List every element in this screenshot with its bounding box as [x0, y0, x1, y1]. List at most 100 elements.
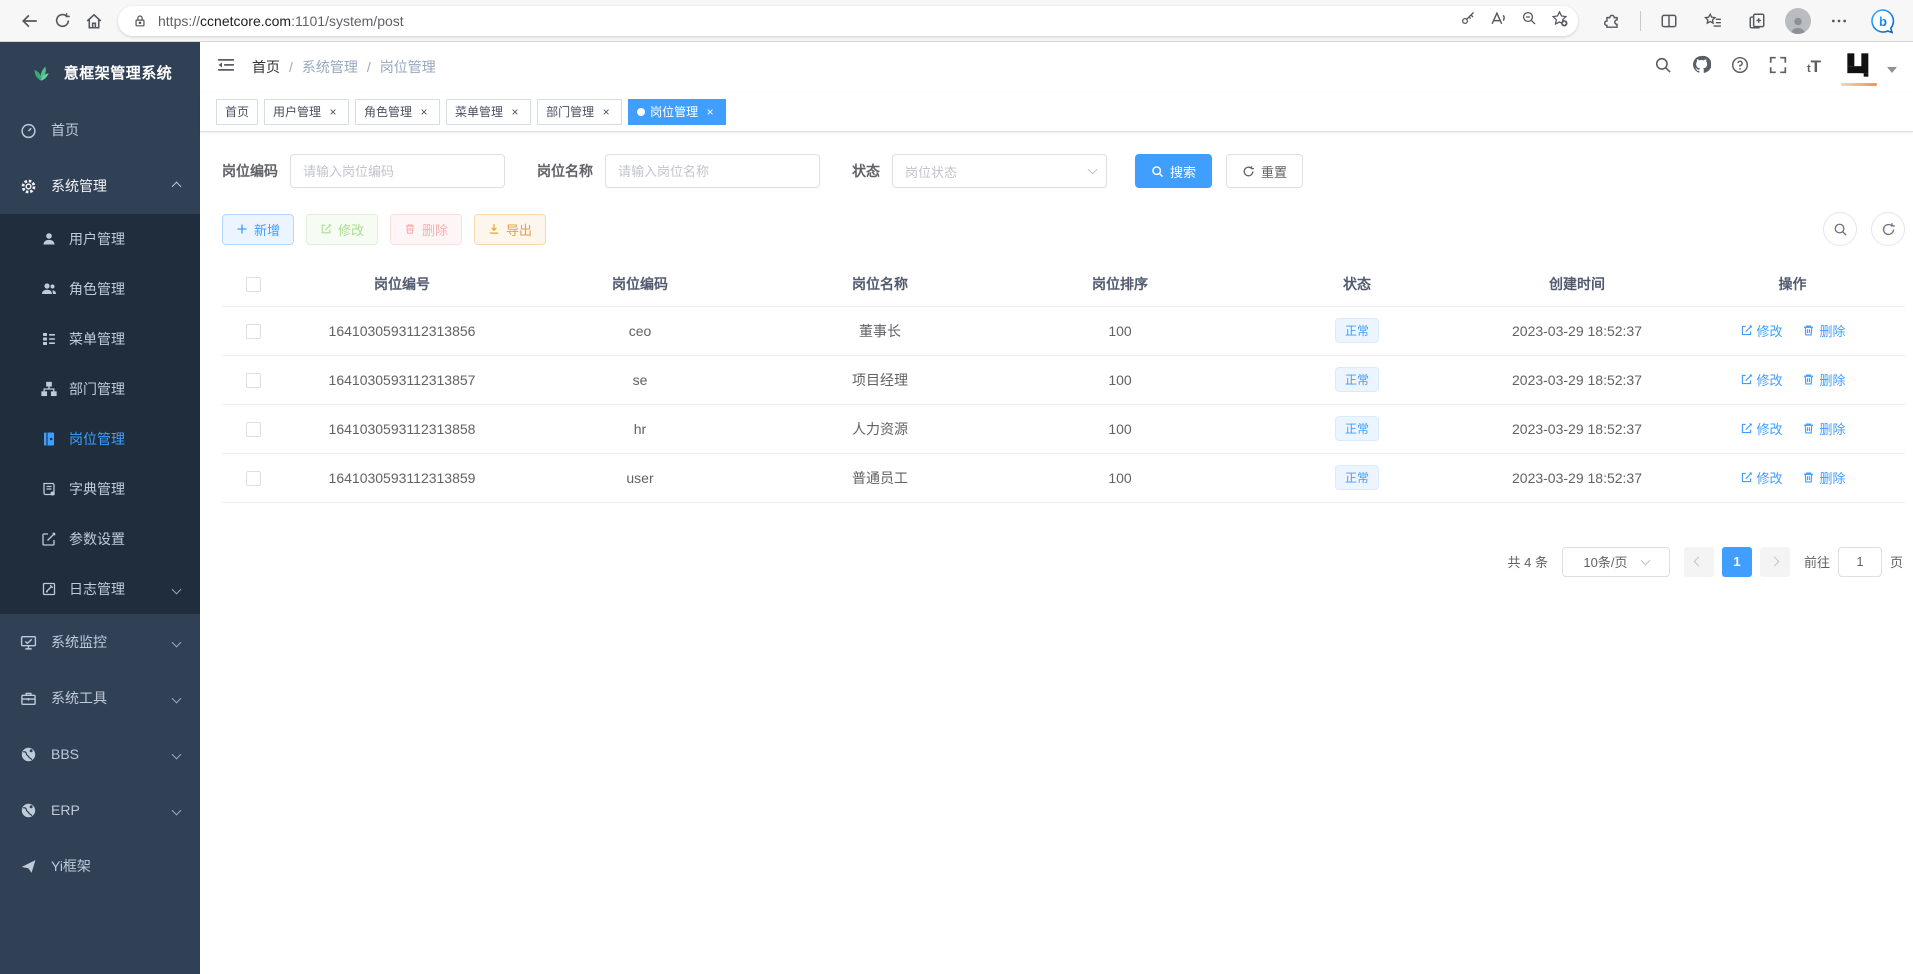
prev-page-button[interactable]: [1684, 547, 1714, 577]
row-checkbox[interactable]: [246, 422, 261, 437]
browser-menu-icon[interactable]: [1823, 5, 1855, 37]
sidebar-item-system-mgmt[interactable]: 系统管理: [0, 158, 200, 214]
search-button[interactable]: 搜索: [1135, 154, 1212, 188]
sidebar-item-log-mgmt[interactable]: 日志管理: [0, 564, 200, 614]
tab-close-icon[interactable]: [703, 105, 717, 119]
sidebar-item-yi-framework[interactable]: Yi框架: [0, 838, 200, 894]
browser-profile-avatar[interactable]: [1785, 8, 1811, 34]
home-icon[interactable]: [78, 5, 110, 37]
app-logo[interactable]: 意框架管理系统: [0, 42, 200, 102]
refresh-table-button[interactable]: [1871, 212, 1905, 246]
sidebar-item-home[interactable]: 首页: [0, 102, 200, 158]
show-search-icon-button[interactable]: [1823, 212, 1857, 246]
chevron-down-icon: [1088, 165, 1098, 175]
log-icon: [40, 581, 57, 598]
col-status: 状态: [1240, 262, 1474, 306]
row-delete-button[interactable]: 删除: [1802, 321, 1845, 340]
row-checkbox[interactable]: [246, 373, 261, 388]
tab-post-mgmt[interactable]: 岗位管理: [628, 99, 726, 125]
goto-page-input[interactable]: [1838, 547, 1882, 577]
row-delete-button[interactable]: 删除: [1802, 468, 1845, 487]
reset-button[interactable]: 重置: [1226, 154, 1303, 188]
split-screen-icon[interactable]: [1653, 5, 1685, 37]
row-edit-button[interactable]: 修改: [1740, 370, 1783, 389]
export-button[interactable]: 导出: [474, 214, 546, 245]
logo-leaf-icon: [28, 59, 54, 85]
breadcrumb-system: 系统管理: [302, 57, 358, 77]
row-delete-button[interactable]: 删除: [1802, 419, 1845, 438]
tab-dept-mgmt[interactable]: 部门管理: [537, 99, 622, 125]
page-unit-label: 页: [1890, 552, 1903, 571]
tab-home[interactable]: 首页: [216, 99, 258, 125]
current-page[interactable]: 1: [1722, 547, 1752, 577]
address-bar[interactable]: https://ccnetcore.com:1101/system/post: [118, 6, 1578, 36]
sidebar-item-dept-mgmt[interactable]: 部门管理: [0, 364, 200, 414]
col-post-name: 岗位名称: [760, 262, 1000, 306]
bing-chat-icon[interactable]: b: [1867, 5, 1899, 37]
add-button[interactable]: 新增: [222, 214, 294, 245]
favorite-add-icon[interactable]: [1551, 10, 1568, 32]
extensions-icon[interactable]: [1596, 5, 1628, 37]
sidebar-item-role-mgmt[interactable]: 角色管理: [0, 264, 200, 314]
sidebar-item-system-monitor[interactable]: 系统监控: [0, 614, 200, 670]
password-key-icon[interactable]: [1460, 10, 1476, 31]
sidebar-item-dict-mgmt[interactable]: 字典管理: [0, 464, 200, 514]
sidebar-item-menu-mgmt[interactable]: 菜单管理: [0, 314, 200, 364]
sidebar-collapse-icon[interactable]: [216, 55, 236, 80]
globe-icon: [20, 802, 37, 819]
lock-icon[interactable]: [130, 5, 150, 37]
status-select[interactable]: 岗位状态: [892, 154, 1107, 188]
page-content: 岗位编码 岗位名称 状态 岗位状态 搜索: [200, 132, 1913, 974]
tab-close-icon[interactable]: [599, 105, 613, 119]
zoom-out-icon[interactable]: [1521, 10, 1537, 31]
github-icon[interactable]: [1692, 55, 1711, 79]
read-aloud-icon[interactable]: [1490, 10, 1507, 32]
avatar-image[interactable]: [1841, 48, 1877, 82]
help-icon[interactable]: [1731, 56, 1749, 79]
collections-icon[interactable]: [1741, 5, 1773, 37]
row-delete-button[interactable]: 删除: [1802, 370, 1845, 389]
status-badge: 正常: [1335, 416, 1379, 441]
post-name-input[interactable]: [605, 154, 820, 188]
tab-close-icon[interactable]: [326, 105, 340, 119]
tab-role-mgmt[interactable]: 角色管理: [355, 99, 440, 125]
sidebar-item-system-tools[interactable]: 系统工具: [0, 670, 200, 726]
tab-close-icon[interactable]: [417, 105, 431, 119]
select-all-checkbox[interactable]: [246, 277, 261, 292]
post-badge-icon: [40, 431, 57, 448]
col-post-sort: 岗位排序: [1000, 262, 1240, 306]
header-search-icon[interactable]: [1654, 56, 1672, 79]
user-avatar-menu[interactable]: [1841, 48, 1897, 86]
favorites-hub-icon[interactable]: [1697, 5, 1729, 37]
row-edit-button[interactable]: 修改: [1740, 321, 1783, 340]
chevron-down-icon: [172, 749, 182, 759]
next-page-button[interactable]: [1760, 547, 1790, 577]
refresh-icon[interactable]: [46, 5, 78, 37]
row-checkbox[interactable]: [246, 471, 261, 486]
tab-user-mgmt[interactable]: 用户管理: [264, 99, 349, 125]
sidebar-item-param-settings[interactable]: 参数设置: [0, 514, 200, 564]
breadcrumb-home[interactable]: 首页: [252, 57, 280, 77]
post-code-input[interactable]: [290, 154, 505, 188]
row-edit-button[interactable]: 修改: [1740, 419, 1783, 438]
sidebar-item-erp[interactable]: ERP: [0, 782, 200, 838]
top-navbar: 首页 / 系统管理 / 岗位管理 tT: [200, 42, 1913, 92]
tab-close-icon[interactable]: [508, 105, 522, 119]
row-edit-button[interactable]: 修改: [1740, 468, 1783, 487]
sidebar-item-user-mgmt[interactable]: 用户管理: [0, 214, 200, 264]
col-post-id: 岗位编号: [284, 262, 520, 306]
sidebar-item-bbs[interactable]: BBS: [0, 726, 200, 782]
caret-down-icon[interactable]: [1887, 67, 1897, 73]
status-badge: 正常: [1335, 465, 1379, 490]
page-size-select[interactable]: 10条/页: [1562, 547, 1670, 577]
back-icon[interactable]: [14, 5, 46, 37]
modify-button[interactable]: 修改: [306, 214, 378, 245]
fullscreen-icon[interactable]: [1769, 56, 1787, 79]
dashboard-icon: [20, 122, 37, 139]
url-text[interactable]: https://ccnetcore.com:1101/system/post: [158, 13, 1460, 29]
row-checkbox[interactable]: [246, 324, 261, 339]
font-size-icon[interactable]: tT: [1807, 57, 1821, 77]
delete-button[interactable]: 删除: [390, 214, 462, 245]
tab-menu-mgmt[interactable]: 菜单管理: [446, 99, 531, 125]
sidebar-item-post-mgmt[interactable]: 岗位管理: [0, 414, 200, 464]
